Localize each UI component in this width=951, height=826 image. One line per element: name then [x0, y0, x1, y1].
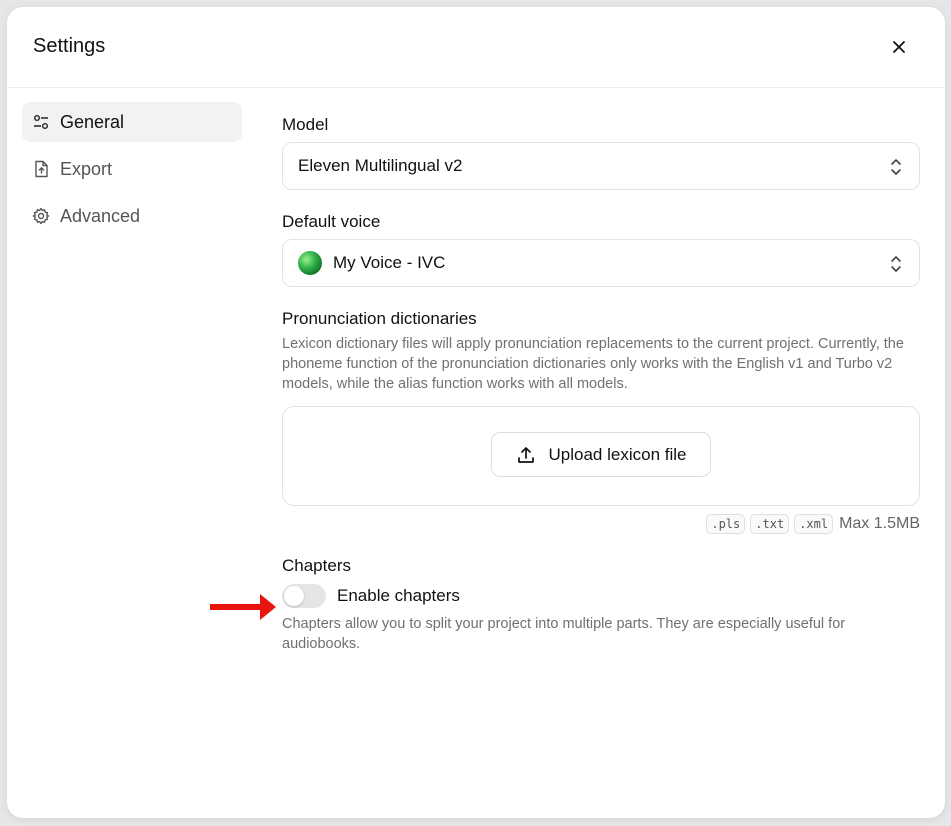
model-label: Model	[282, 115, 329, 134]
voice-avatar	[298, 251, 322, 275]
close-icon	[893, 41, 905, 53]
model-select-value: Eleven Multilingual v2	[298, 156, 463, 175]
sidebar-item-label: General	[60, 111, 125, 132]
annotation-arrow-icon	[210, 594, 276, 620]
file-export-icon	[32, 160, 50, 178]
general-settings-panel: Model Eleven Multilingual v2 Default voi…	[282, 115, 920, 654]
chapters-label: Chapters	[282, 556, 351, 575]
settings-modal: Settings General Export Advanced Model E…	[7, 7, 945, 818]
model-select[interactable]: Eleven Multilingual v2	[282, 142, 920, 190]
upload-lexicon-label: Upload lexicon file	[548, 444, 687, 464]
enable-chapters-label: Enable chapters	[337, 586, 460, 605]
pronunciation-description: Lexicon dictionary files will apply pron…	[282, 336, 904, 392]
lexicon-dropzone[interactable]: Upload lexicon file	[282, 406, 920, 506]
sidebar-item-label: Export	[60, 158, 113, 179]
gear-icon	[32, 207, 50, 225]
sidebar-item-label: Advanced	[60, 205, 141, 226]
close-button[interactable]	[888, 36, 910, 58]
sidebar-item-general[interactable]: General	[22, 102, 242, 142]
toggle-knob	[284, 586, 304, 606]
chevron-up-down-icon	[891, 256, 901, 272]
sidebar: General Export Advanced	[22, 102, 242, 243]
chapters-toggle-row: Enable chapters	[282, 584, 920, 608]
modal-header: Settings	[7, 7, 945, 88]
upload-icon	[516, 445, 536, 465]
modal-title: Settings	[33, 35, 106, 57]
default-voice-value: My Voice - IVC	[333, 253, 446, 272]
chevron-up-down-icon	[891, 159, 901, 175]
upload-lexicon-button[interactable]: Upload lexicon file	[491, 432, 711, 477]
chapters-description: Chapters allow you to split your project…	[282, 616, 846, 652]
accepted-formats: .pls .txt .xml Max 1.5MB	[282, 514, 920, 534]
pronunciation-label: Pronunciation dictionaries	[282, 309, 477, 328]
default-voice-label: Default voice	[282, 212, 381, 231]
default-voice-select[interactable]: My Voice - IVC	[282, 239, 920, 287]
sliders-icon	[32, 113, 50, 131]
enable-chapters-toggle[interactable]	[282, 584, 326, 608]
format-chip: .txt	[750, 514, 790, 534]
format-chip: .xml	[794, 514, 834, 534]
sidebar-item-advanced[interactable]: Advanced	[22, 196, 242, 236]
format-chip: .pls	[706, 514, 746, 534]
sidebar-item-export[interactable]: Export	[22, 149, 242, 189]
max-file-size: Max 1.5MB	[839, 515, 920, 532]
